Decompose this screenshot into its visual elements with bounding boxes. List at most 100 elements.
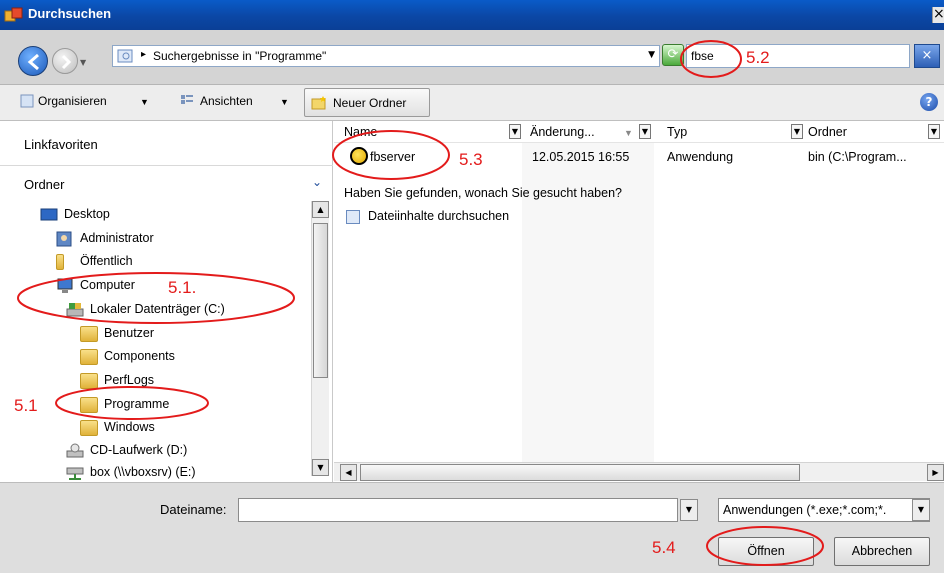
column-filter-icon[interactable]: ▼	[928, 124, 940, 139]
result-row[interactable]: fbserver 12.05.2015 16:55 Anwendung bin …	[334, 147, 944, 167]
toolbar: Organisieren ▼ Ansichten ▼ Neuer Ordner …	[0, 85, 944, 121]
drive-icon	[66, 303, 84, 317]
tree-item-label: Windows	[104, 420, 155, 434]
breadcrumb-separator[interactable]: ▸	[141, 49, 146, 60]
tree-item-label: Components	[104, 349, 175, 363]
result-name: fbserver	[370, 150, 416, 164]
application-icon	[350, 147, 368, 165]
scroll-left-icon[interactable]: ◀	[340, 464, 357, 481]
result-type: Anwendung	[667, 150, 734, 164]
file-type-filter-value: Anwendungen (*.exe;*.com;*.	[723, 503, 887, 517]
chevron-down-icon[interactable]: ⌄	[312, 175, 322, 189]
organize-chevron-icon[interactable]: ▼	[140, 97, 149, 107]
column-header-type[interactable]: Typ	[667, 125, 687, 139]
arrow-left-icon	[27, 53, 39, 71]
tree-item-label: PerfLogs	[104, 373, 155, 387]
navigation-pane: Linkfavoriten Ordner ⌄ Desktop Administr…	[0, 121, 333, 482]
organize-icon	[20, 94, 34, 108]
arrow-right-icon	[61, 54, 72, 70]
tree-item-label: Programme	[104, 397, 170, 411]
tree-item-label: Öffentlich	[80, 254, 133, 268]
chevron-down-icon[interactable]: ▼	[648, 50, 655, 60]
scrollbar-thumb[interactable]	[360, 464, 800, 481]
app-icon	[4, 7, 23, 22]
history-dropdown-icon[interactable]: ▼	[80, 58, 86, 67]
annotation-label: 5.3	[459, 150, 483, 169]
file-type-filter[interactable]: Anwendungen (*.exe;*.com;*.	[718, 498, 930, 522]
filename-label: Dateiname:	[160, 502, 227, 517]
favorites-header[interactable]: Linkfavoriten	[24, 137, 98, 152]
views-icon	[181, 95, 193, 104]
computer-icon	[57, 278, 73, 293]
folder-icon	[80, 397, 98, 413]
cd-drive-icon	[66, 443, 84, 458]
column-header-date[interactable]: Änderung...	[530, 125, 595, 139]
search-input-value: fbse	[691, 49, 714, 63]
filename-field[interactable]	[238, 498, 678, 522]
folder-icon	[56, 254, 64, 270]
results-pane: Name ▼ Änderung... ▼ ▼ Typ ▼ Ordner ▼ fb…	[334, 121, 944, 482]
annotation-label: 5.4	[652, 538, 676, 557]
title-bar: Durchsuchen ×	[0, 0, 944, 30]
column-filter-icon[interactable]: ▼	[509, 124, 521, 139]
cancel-button[interactable]: Abbrechen	[834, 537, 930, 566]
help-icon[interactable]: ?	[920, 93, 938, 111]
views-chevron-icon[interactable]: ▼	[280, 97, 289, 107]
folder-icon	[80, 420, 98, 436]
pane-divider[interactable]	[0, 165, 333, 166]
network-drive-icon	[66, 467, 84, 480]
open-button[interactable]: Öffnen	[718, 537, 814, 566]
folders-header[interactable]: Ordner	[24, 177, 64, 192]
close-button[interactable]: ×	[932, 7, 944, 23]
annotation-label: 5.1.	[168, 278, 197, 297]
sort-indicator-icon: ▼	[624, 128, 633, 138]
tree-item-label: Lokaler Datenträger (C:)	[90, 302, 225, 316]
scroll-up-icon[interactable]: ▲	[312, 201, 329, 218]
tree-item-label: Computer	[80, 278, 135, 292]
organize-menu[interactable]: Organisieren	[38, 94, 107, 108]
folder-icon	[80, 349, 98, 365]
search-file-contents-label: Dateiinhalte durchsuchen	[368, 209, 510, 223]
folder-icon	[80, 373, 98, 389]
annotation-label: 5.1	[14, 396, 38, 415]
tree-scrollbar[interactable]: ▲ ▼	[311, 201, 329, 476]
search-feedback-text: Haben Sie gefunden, wonach Sie gesucht h…	[344, 186, 622, 200]
scrollbar-thumb[interactable]	[313, 223, 328, 378]
address-field[interactable]: ▸ Suchergebnisse in "Programme" ▼	[112, 45, 660, 67]
column-filter-icon[interactable]: ▼	[639, 124, 651, 139]
tree-item-label: Desktop	[64, 207, 110, 221]
new-folder-icon	[311, 96, 326, 110]
search-folder-icon	[117, 49, 133, 63]
new-folder-label: Neuer Ordner	[333, 96, 407, 110]
scroll-down-icon[interactable]: ▼	[312, 459, 329, 476]
clear-search-button[interactable]: ×	[914, 44, 940, 68]
column-filter-icon[interactable]: ▼	[791, 124, 803, 139]
filter-dropdown-icon[interactable]: ▼	[912, 499, 930, 521]
column-header-folder[interactable]: Ordner	[808, 125, 847, 139]
filename-dropdown-icon[interactable]: ▼	[680, 499, 698, 521]
search-input[interactable]: fbse	[686, 44, 910, 68]
new-folder-button[interactable]: Neuer Ordner	[304, 88, 430, 117]
desktop-icon	[40, 208, 58, 221]
search-icon	[346, 210, 360, 224]
column-header-row: Name ▼ Änderung... ▼ ▼ Typ ▼ Ordner ▼	[334, 121, 944, 143]
user-icon	[56, 231, 72, 247]
views-menu[interactable]: Ansichten	[200, 94, 253, 108]
forward-button[interactable]	[52, 48, 78, 74]
tree-item-label: Administrator	[80, 231, 154, 245]
tree-item-label: Benutzer	[104, 326, 155, 340]
refresh-button[interactable]: ⟳	[662, 44, 684, 66]
tree-item-label: box (\\vboxsrv) (E:)	[90, 465, 196, 479]
tree-item-label: CD-Laufwerk (D:)	[90, 443, 188, 457]
scroll-right-icon[interactable]: ▶	[927, 464, 944, 481]
result-date: 12.05.2015 16:55	[532, 150, 630, 164]
result-folder: bin (C:\Program...	[808, 150, 907, 164]
folder-icon	[80, 326, 98, 342]
address-bar: ▼ ▸ Suchergebnisse in "Programme" ▼ ⟳ fb…	[0, 30, 944, 85]
results-scrollbar[interactable]: ◀ ▶	[334, 462, 944, 481]
column-header-name[interactable]: Name	[344, 125, 377, 139]
annotation-label: 5.2	[746, 48, 770, 67]
file-footer: Dateiname: ▼ Anwendungen (*.exe;*.com;*.…	[0, 482, 944, 573]
back-button[interactable]	[18, 46, 48, 76]
breadcrumb[interactable]: Suchergebnisse in "Programme"	[153, 49, 326, 63]
